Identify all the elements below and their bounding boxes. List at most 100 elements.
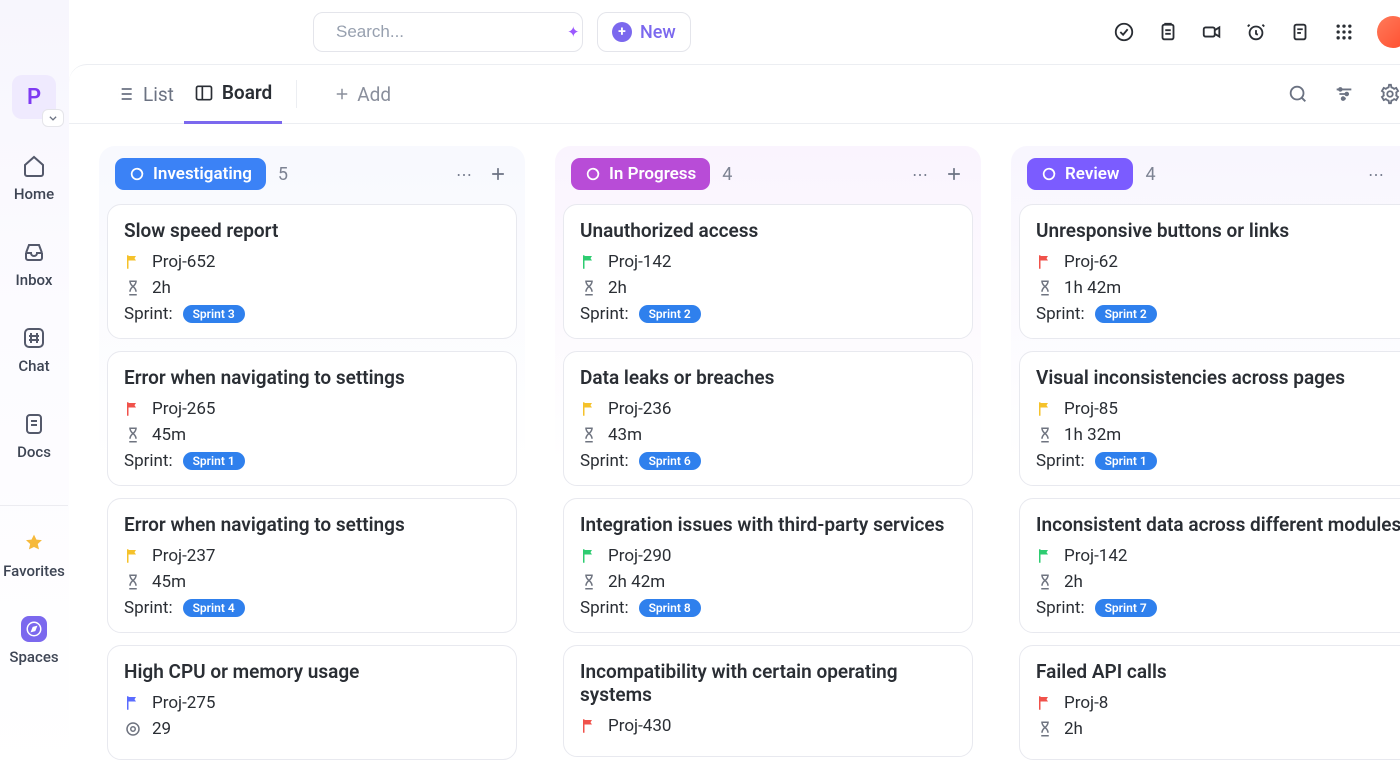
card-sprint-row: Sprint: Sprint 2 [1036, 304, 1400, 324]
board: Investigating 5 ⋯ Slow speed report Proj… [69, 124, 1400, 781]
card-time: 2h [152, 278, 171, 298]
search-input[interactable] [336, 22, 557, 42]
card-project: Proj-652 [152, 252, 215, 272]
card-sprint-row: Sprint: Sprint 7 [1036, 598, 1400, 618]
flag-icon [1036, 547, 1054, 565]
card[interactable]: Incompatibility with certain operating s… [563, 645, 973, 757]
plus-circle-icon: + [612, 22, 632, 42]
tab-list[interactable]: List [105, 64, 184, 124]
flag-icon [124, 400, 142, 418]
status-icon [1041, 166, 1057, 182]
search-box[interactable]: ✦ [313, 12, 583, 52]
card[interactable]: Unresponsive buttons or links Proj-62 1h… [1019, 204, 1400, 339]
status-icon [129, 166, 145, 182]
sprint-chip[interactable]: Sprint 1 [183, 452, 245, 470]
card[interactable]: Data leaks or breaches Proj-236 43m Spri… [563, 351, 973, 486]
note-icon[interactable] [1289, 21, 1311, 43]
status-chip[interactable]: Investigating [115, 158, 266, 190]
card[interactable]: Integration issues with third-party serv… [563, 498, 973, 633]
compass-icon [21, 616, 47, 642]
sprint-label: Sprint: [124, 451, 173, 471]
card[interactable]: Slow speed report Proj-652 2h Sprint: Sp… [107, 204, 517, 339]
card[interactable]: High CPU or memory usage Proj-275 29 [107, 645, 517, 760]
card-project: Proj-275 [152, 693, 215, 713]
nav-spaces[interactable]: Spaces [9, 616, 58, 666]
sprint-chip[interactable]: Sprint 2 [639, 305, 701, 323]
sprint-chip[interactable]: Sprint 1 [1095, 452, 1157, 470]
card-project-row: Proj-265 [124, 399, 500, 419]
column-menu[interactable]: ⋯ [1365, 163, 1387, 185]
card-time-row: 2h [1036, 719, 1400, 739]
star-icon [21, 530, 47, 556]
card-sprint-row: Sprint: Sprint 2 [580, 304, 956, 324]
card[interactable]: Error when navigating to settings Proj-2… [107, 351, 517, 486]
card-title: Slow speed report [124, 219, 500, 242]
filter-icon[interactable] [1333, 83, 1355, 105]
new-button-label: New [640, 22, 676, 43]
sprint-chip[interactable]: Sprint 7 [1095, 599, 1157, 617]
nav-docs-label: Docs [17, 443, 51, 461]
card-title: Incompatibility with certain operating s… [580, 660, 956, 706]
card-time-row: 2h [124, 278, 500, 298]
nav-favorites[interactable]: Favorites [3, 530, 65, 580]
avatar[interactable] [1377, 16, 1400, 48]
card-time: 2h [1064, 719, 1083, 739]
flag-icon [580, 400, 598, 418]
card-project: Proj-62 [1064, 252, 1118, 272]
sprint-label: Sprint: [1036, 451, 1085, 471]
sprint-chip[interactable]: Sprint 6 [639, 452, 701, 470]
nav-docs[interactable]: Docs [17, 411, 51, 461]
add-view[interactable]: Add [333, 83, 391, 106]
workspace-badge[interactable]: P [12, 75, 56, 119]
status-chip[interactable]: Review [1027, 158, 1133, 190]
sprint-chip[interactable]: Sprint 3 [183, 305, 245, 323]
card-project-row: Proj-430 [580, 716, 956, 736]
status-chip[interactable]: In Progress [571, 158, 710, 190]
settings-icon[interactable] [1379, 83, 1400, 105]
nav-inbox[interactable]: Inbox [16, 239, 53, 289]
apps-icon[interactable] [1333, 21, 1355, 43]
card-time: 1h 32m [1064, 425, 1121, 445]
check-circle-icon[interactable] [1113, 21, 1135, 43]
card[interactable]: Error when navigating to settings Proj-2… [107, 498, 517, 633]
status-icon [585, 166, 601, 182]
nav-chat-label: Chat [18, 357, 49, 375]
workspace-letter: P [27, 85, 41, 110]
sprint-label: Sprint: [1036, 598, 1085, 618]
card-project-row: Proj-237 [124, 546, 500, 566]
column-menu[interactable]: ⋯ [453, 163, 475, 185]
card-time: 1h 42m [1064, 278, 1121, 298]
flag-icon [1036, 400, 1054, 418]
nav-chat[interactable]: Chat [18, 325, 49, 375]
tab-board[interactable]: Board [184, 64, 282, 124]
sprint-label: Sprint: [124, 598, 173, 618]
video-icon[interactable] [1201, 21, 1223, 43]
sprint-chip[interactable]: Sprint 4 [183, 599, 245, 617]
card[interactable]: Inconsistent data across different modul… [1019, 498, 1400, 633]
card[interactable]: Unauthorized access Proj-142 2h Sprint: … [563, 204, 973, 339]
card-project-row: Proj-236 [580, 399, 956, 419]
card-title: Integration issues with third-party serv… [580, 513, 956, 536]
workspace-dropdown[interactable] [42, 109, 64, 127]
view-search-icon[interactable] [1287, 83, 1309, 105]
clipboard-icon[interactable] [1157, 21, 1179, 43]
flag-icon [580, 547, 598, 565]
column-add[interactable] [487, 163, 509, 185]
tab-list-label: List [143, 83, 174, 106]
new-button[interactable]: + New [597, 12, 691, 52]
sprint-chip[interactable]: Sprint 2 [1095, 305, 1157, 323]
column-menu[interactable]: ⋯ [909, 163, 931, 185]
nav-home[interactable]: Home [14, 153, 54, 203]
column-add[interactable] [943, 163, 965, 185]
card-time: 2h [608, 278, 627, 298]
alarm-icon[interactable] [1245, 21, 1267, 43]
card-project: Proj-142 [1064, 546, 1127, 566]
status-name: In Progress [609, 164, 696, 184]
card[interactable]: Visual inconsistencies across pages Proj… [1019, 351, 1400, 486]
left-rail: P Home Inbox Chat Docs Favorites [0, 0, 69, 781]
card-time-row: 43m [580, 425, 956, 445]
card-project-row: Proj-142 [1036, 546, 1400, 566]
sprint-chip[interactable]: Sprint 8 [639, 599, 701, 617]
card[interactable]: Failed API calls Proj-8 2h [1019, 645, 1400, 760]
card-time: 2h [1064, 572, 1083, 592]
